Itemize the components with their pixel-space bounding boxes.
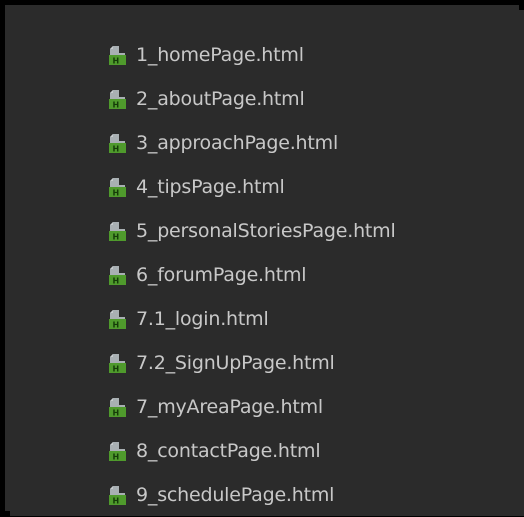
- file-item[interactable]: H 3_approachPage.html: [106, 121, 396, 165]
- file-name: 8_contactPage.html: [136, 440, 321, 462]
- file-name: 9_schedulePage.html: [136, 484, 335, 506]
- svg-text:H: H: [113, 101, 120, 110]
- html-file-icon: H: [106, 440, 128, 462]
- svg-text:H: H: [113, 145, 120, 154]
- html-file-icon: H: [106, 308, 128, 330]
- file-name: 7.1_login.html: [136, 308, 269, 330]
- file-item[interactable]: H 6_forumPage.html: [106, 253, 396, 297]
- file-item[interactable]: H 8_contactPage.html: [106, 429, 396, 473]
- file-item[interactable]: H 7_myAreaPage.html: [106, 385, 396, 429]
- html-file-icon: H: [106, 44, 128, 66]
- file-name: 1_homePage.html: [136, 44, 304, 66]
- project-tree-frame: H 1_homePage.html H 2_aboutPage.html H 3…: [0, 0, 524, 516]
- svg-text:H: H: [113, 365, 120, 374]
- file-name: 5_personalStoriesPage.html: [136, 220, 396, 242]
- html-file-icon: H: [106, 132, 128, 154]
- svg-text:H: H: [113, 409, 120, 418]
- file-item[interactable]: H 7.1_login.html: [106, 297, 396, 341]
- file-item[interactable]: H 9_schedulePage.html: [106, 473, 396, 517]
- file-name: 6_forumPage.html: [136, 264, 307, 286]
- file-name: 7.2_SignUpPage.html: [136, 352, 335, 374]
- file-name: 2_aboutPage.html: [136, 88, 305, 110]
- file-item[interactable]: H 5_personalStoriesPage.html: [106, 209, 396, 253]
- file-name: 4_tipsPage.html: [136, 176, 285, 198]
- html-file-icon: H: [106, 176, 128, 198]
- svg-text:H: H: [113, 233, 120, 242]
- html-file-icon: H: [106, 264, 128, 286]
- svg-text:H: H: [113, 321, 120, 330]
- file-list: H 1_homePage.html H 2_aboutPage.html H 3…: [106, 33, 396, 517]
- html-file-icon: H: [106, 484, 128, 506]
- svg-text:H: H: [113, 497, 120, 506]
- svg-text:H: H: [113, 57, 120, 66]
- file-item[interactable]: H 7.2_SignUpPage.html: [106, 341, 396, 385]
- html-file-icon: H: [106, 88, 128, 110]
- svg-text:H: H: [113, 189, 120, 198]
- html-file-icon: H: [106, 396, 128, 418]
- svg-text:H: H: [113, 277, 120, 286]
- file-item[interactable]: H 4_tipsPage.html: [106, 165, 396, 209]
- project-tree-panel: H 1_homePage.html H 2_aboutPage.html H 3…: [10, 10, 524, 516]
- file-name: 7_myAreaPage.html: [136, 396, 323, 418]
- html-file-icon: H: [106, 352, 128, 374]
- file-item[interactable]: H 2_aboutPage.html: [106, 77, 396, 121]
- file-name: 3_approachPage.html: [136, 132, 339, 154]
- html-file-icon: H: [106, 220, 128, 242]
- svg-text:H: H: [113, 453, 120, 462]
- file-item[interactable]: H 1_homePage.html: [106, 33, 396, 77]
